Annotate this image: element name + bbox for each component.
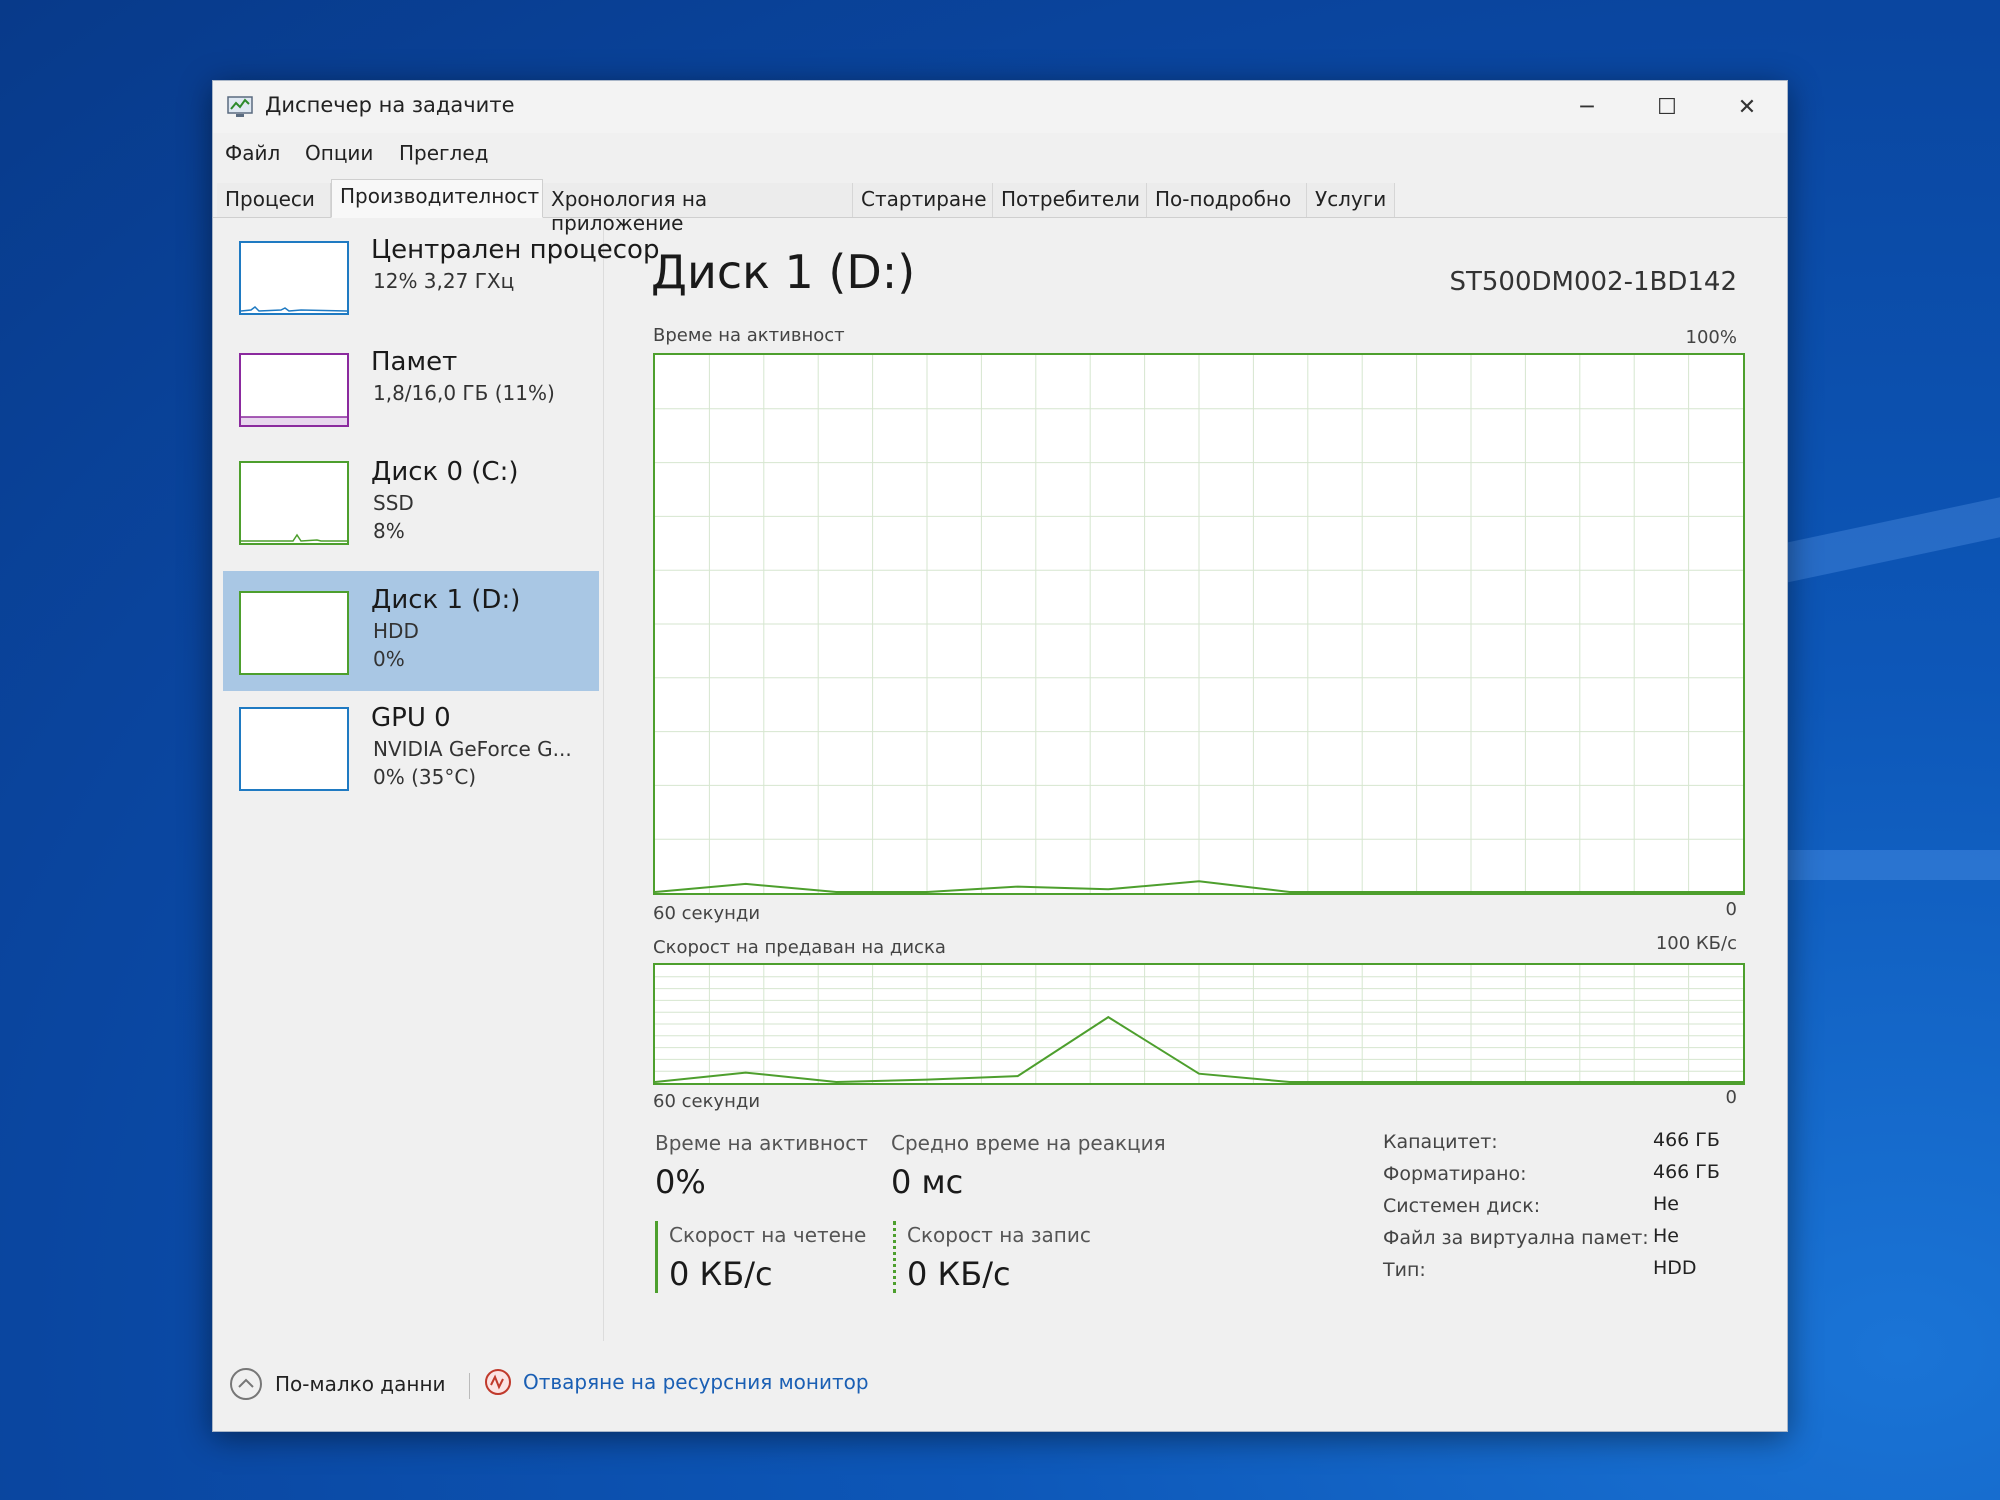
open-resource-monitor-link[interactable]: Отваряне на ресурсния монитор: [483, 1367, 869, 1397]
tab-services[interactable]: Услуги: [1307, 183, 1395, 217]
tab-processes[interactable]: Процеси: [217, 183, 331, 217]
write-speed-value: 0 КБ/с: [907, 1255, 1011, 1293]
sidebar-item-name: Диск 0 (C:): [371, 457, 519, 487]
maximize-icon: ☐: [1657, 94, 1677, 120]
activity-chart: [653, 353, 1745, 895]
sidebar-item-name: Диск 1 (D:): [371, 585, 521, 615]
menu-options[interactable]: Опции: [305, 141, 373, 165]
read-speed-value: 0 КБ/с: [669, 1255, 773, 1293]
response-time-value: 0 мс: [891, 1163, 964, 1201]
sidebar-item-disk0[interactable]: Диск 0 (C:) SSD 8%: [223, 451, 599, 571]
tab-details[interactable]: По-подробно: [1147, 183, 1307, 217]
gpu-thumbnail: [239, 707, 349, 791]
sidebar-item-disk1[interactable]: Диск 1 (D:) HDD 0%: [223, 571, 599, 691]
sidebar-item-type: SSD: [373, 491, 414, 515]
response-time-label: Средно време на реакция: [891, 1131, 1166, 1155]
transfer-chart: [653, 963, 1745, 1085]
read-speed-label: Скорост на четене: [669, 1223, 867, 1247]
tab-performance[interactable]: Производителност: [331, 179, 543, 218]
footer-divider: [469, 1373, 470, 1399]
sidebar-item-gpu[interactable]: GPU 0 NVIDIA GeForce G... 0% (35°C): [223, 697, 599, 817]
transfer-chart-xlabel: 60 секунди: [653, 1091, 761, 1112]
minimize-button[interactable]: ─: [1547, 81, 1627, 133]
transfer-chart-svg: [654, 965, 1743, 1084]
transfer-chart-label: Скорост на предаван на диска: [653, 937, 946, 958]
cpu-thumbnail: [239, 241, 349, 315]
chevron-up-icon: [230, 1368, 262, 1400]
page-file-value: Не: [1653, 1225, 1679, 1247]
tab-startup[interactable]: Стартиране: [853, 183, 993, 217]
formatted-value: 466 ГБ: [1653, 1161, 1720, 1183]
read-speed-marker: [655, 1221, 658, 1293]
activity-chart-min: 0: [1725, 899, 1737, 920]
title-bar[interactable]: Диспечер на задачите ─ ☐ ✕: [213, 81, 1787, 133]
tab-users[interactable]: Потребители: [993, 183, 1147, 217]
capacity-label: Капацитет:: [1383, 1131, 1498, 1153]
resource-sidebar: Централен процеcор 12% 3,27 ГХц Памет 1,…: [213, 221, 659, 1341]
type-value: HDD: [1653, 1257, 1697, 1279]
write-speed-marker: [893, 1221, 896, 1293]
transfer-chart-max: 100 КБ/с: [1655, 933, 1737, 954]
open-resource-monitor-label: Отваряне на ресурсния монитор: [523, 1370, 869, 1394]
disk-model: ST500DM002-1BD142: [1449, 267, 1738, 297]
activity-chart-label: Време на активност: [653, 325, 845, 346]
sidebar-item-percent: 0%: [373, 647, 405, 671]
disk1-thumbnail: [239, 591, 349, 675]
tab-bar: Процеси Производителност Хронология на п…: [213, 177, 1787, 235]
close-button[interactable]: ✕: [1707, 81, 1787, 133]
menu-bar: Файл Опции Преглед: [213, 133, 1787, 173]
sidebar-item-detail: 1,8/16,0 ГБ (11%): [373, 381, 555, 405]
sidebar-item-gpu-model: NVIDIA GeForce G...: [373, 737, 572, 761]
sidebar-item-type: HDD: [373, 619, 419, 643]
activity-chart-svg: [654, 355, 1743, 893]
type-label: Тип:: [1383, 1259, 1426, 1281]
system-disk-label: Системен диск:: [1383, 1195, 1541, 1217]
sidebar-item-name: Памет: [371, 347, 458, 377]
fewer-details-label: По-малко данни: [275, 1372, 446, 1396]
minimize-icon: ─: [1580, 94, 1594, 120]
sidebar-item-cpu[interactable]: Централен процеcор 12% 3,27 ГХц: [223, 227, 659, 347]
page-file-label: Файл за виртуална памет:: [1383, 1227, 1649, 1249]
close-icon: ✕: [1737, 94, 1757, 120]
performance-detail-panel: Диск 1 (D:) ST500DM002-1BD142 Време на а…: [623, 221, 1773, 1341]
resource-monitor-icon: [485, 1369, 511, 1395]
disk0-thumbnail: [239, 461, 349, 545]
sidebar-item-gpu-usage: 0% (35°C): [373, 765, 477, 789]
system-disk-value: Не: [1653, 1193, 1679, 1215]
memory-thumbnail: [239, 353, 349, 427]
transfer-chart-min: 0: [1725, 1087, 1737, 1108]
wallpaper-beam: [1786, 497, 2000, 583]
task-manager-icon: [227, 96, 253, 117]
footer-bar: По-малко данни Отваряне на ресурсния мон…: [213, 1351, 1787, 1431]
active-time-value: 0%: [655, 1163, 706, 1201]
sidebar-item-detail: 12% 3,27 ГХц: [373, 269, 515, 293]
capacity-value: 466 ГБ: [1653, 1129, 1720, 1151]
menu-view[interactable]: Преглед: [399, 141, 488, 165]
sidebar-item-name: Централен процеcор: [371, 235, 660, 265]
wallpaper-beam: [1786, 850, 2000, 880]
formatted-label: Форматирано:: [1383, 1163, 1527, 1185]
sidebar-item-memory[interactable]: Памет 1,8/16,0 ГБ (11%): [223, 339, 599, 459]
maximize-button[interactable]: ☐: [1627, 81, 1707, 133]
sidebar-item-name: GPU 0: [371, 703, 451, 733]
tab-app-history[interactable]: Хронология на приложение: [543, 183, 853, 235]
sidebar-item-percent: 8%: [373, 519, 405, 543]
menu-file[interactable]: Файл: [225, 141, 280, 165]
active-time-label: Време на активност: [655, 1131, 868, 1155]
activity-chart-max: 100%: [1685, 327, 1737, 348]
page-title: Диск 1 (D:): [651, 245, 916, 299]
task-manager-window: Диспечер на задачите ─ ☐ ✕ Файл Опции Пр…: [212, 80, 1788, 1432]
write-speed-label: Скорост на запис: [907, 1223, 1091, 1247]
activity-chart-xlabel: 60 секунди: [653, 903, 761, 924]
fewer-details-button[interactable]: По-малко данни: [229, 1367, 446, 1401]
window-title: Диспечер на задачите: [265, 93, 515, 117]
